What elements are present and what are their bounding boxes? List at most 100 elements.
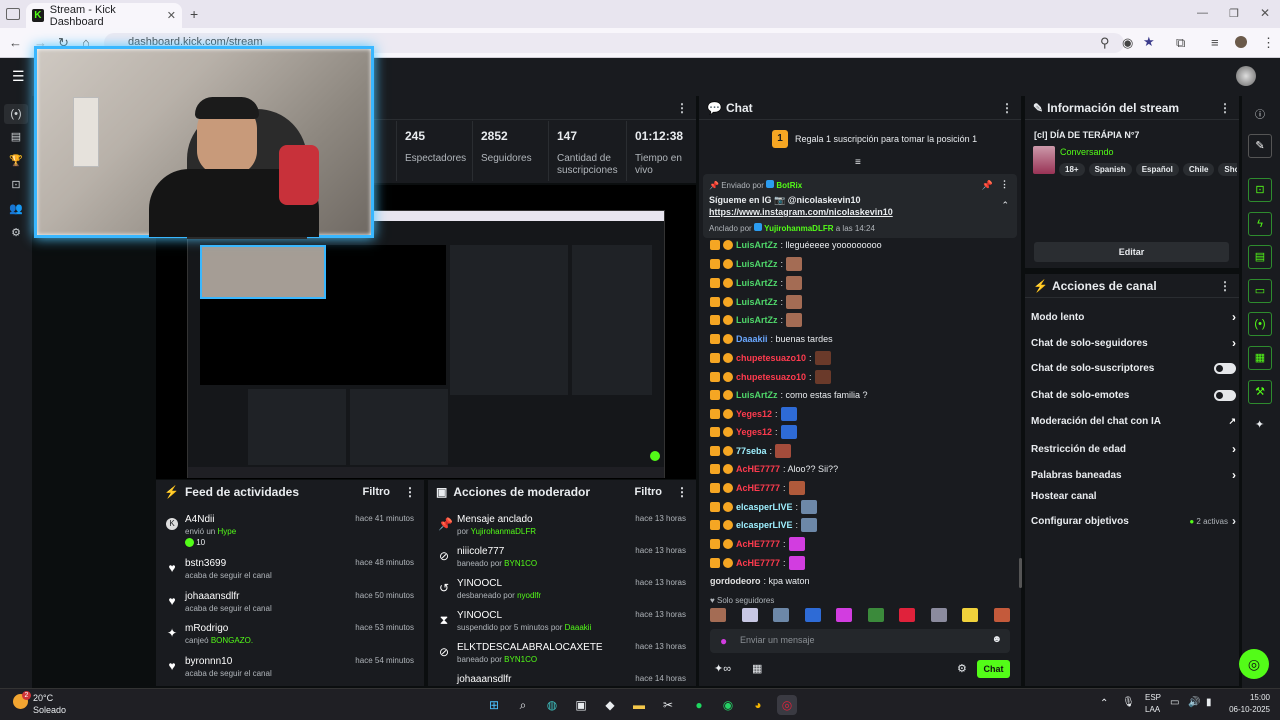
hamburger-menu-icon[interactable]: ☰ — [12, 68, 25, 85]
chat-username[interactable]: LuisArtZz — [736, 390, 778, 400]
region-code[interactable]: LAA — [1145, 705, 1160, 714]
chat-username[interactable]: AcHE7777 — [736, 539, 780, 549]
tab-actions-icon[interactable] — [6, 8, 20, 20]
extensions-icon[interactable]: ⧉ — [1176, 35, 1185, 51]
chat-message[interactable]: AcHE7777: — [710, 555, 805, 571]
app-icon[interactable]: ◆ — [600, 695, 620, 715]
chat-username[interactable]: Yeges12 — [736, 427, 772, 437]
store-rail-icon[interactable]: ▦ — [1248, 346, 1272, 370]
chrome-icon[interactable]: ◕ — [748, 695, 768, 715]
edit-stream-icon[interactable]: ✎ — [1248, 134, 1272, 158]
chat-message[interactable]: LuisArtZz: — [710, 312, 803, 328]
hide-eye-icon[interactable]: ◉ — [1122, 35, 1133, 51]
battery-icon[interactable]: ▮ — [1206, 697, 1212, 708]
emotes-only-toggle[interactable] — [1214, 390, 1236, 401]
chat-message[interactable]: AcHE7777: — [710, 536, 805, 552]
chat-message[interactable]: LuisArtZz: como estas familia ? — [710, 387, 868, 403]
chat-input-box[interactable]: ● Enviar un mensaje ☻ — [710, 629, 1010, 653]
chat-message[interactable]: elcasperLIVE: — [710, 517, 818, 533]
settings-nav-icon[interactable]: ⚙ — [7, 224, 25, 242]
chat-send-button[interactable]: Chat — [977, 660, 1010, 678]
chat-message[interactable]: elcasperLIVE: — [710, 499, 818, 515]
clip-icon[interactable]: ⊡ — [1248, 178, 1272, 202]
activity-more-icon[interactable]: ⋮ — [404, 485, 416, 499]
microphone-icon[interactable]: 🎙 — [1122, 697, 1135, 708]
chat-message[interactable]: Yeges12: — [710, 424, 797, 440]
zoom-icon[interactable]: ⚲ — [1100, 35, 1110, 51]
chat-username[interactable]: AcHE7777 — [736, 464, 780, 474]
clock-date[interactable]: 06-10-2025 — [1224, 705, 1270, 714]
window-close-icon[interactable]: ✕ — [1260, 6, 1270, 20]
chat-username[interactable]: Yeges12 — [736, 409, 772, 419]
followers-only-row[interactable]: Chat de solo-seguidores › — [1031, 336, 1236, 350]
activity-filter-button[interactable]: Filtro — [363, 486, 391, 498]
chat-message[interactable]: LuisArtZz: — [710, 275, 803, 291]
community-nav-icon[interactable]: 👥 — [7, 200, 25, 218]
chat-message[interactable]: chupetesuazo10: — [710, 369, 831, 385]
age-restriction-row[interactable]: Restricción de edad › — [1031, 442, 1236, 456]
chat-username[interactable]: elcasperLIVE — [736, 520, 793, 530]
configure-goals-row[interactable]: Configurar objetivos ● 2 activas › — [1031, 514, 1236, 528]
windows-start-icon[interactable]: ⊞ — [484, 695, 504, 715]
file-explorer-icon[interactable]: ▬ — [629, 695, 649, 715]
kick-points-icon[interactable]: ✦∞ — [714, 662, 731, 675]
chat-message[interactable]: 77seba: — [710, 443, 792, 459]
minimize-icon[interactable]: — — [1197, 7, 1208, 19]
banned-words-row[interactable]: Palabras baneadas › — [1031, 468, 1236, 482]
mod-filter-button[interactable]: Filtro — [635, 486, 663, 498]
network-icon[interactable]: ▭ — [1170, 697, 1179, 708]
chat-username[interactable]: gordodeoro — [710, 576, 761, 586]
chat-message[interactable]: chupetesuazo10: — [710, 350, 831, 366]
chat-more-icon[interactable]: ⋮ — [1001, 101, 1013, 115]
tray-arrow-icon[interactable]: ⌃ — [1100, 698, 1108, 709]
volume-icon[interactable]: 🔊 — [1188, 697, 1200, 708]
store-app-icon[interactable]: ▣ — [571, 695, 591, 715]
host-channel-row[interactable]: Hostear canal — [1031, 491, 1236, 502]
info-more-icon[interactable]: ⋮ — [1219, 101, 1231, 115]
chat-username[interactable]: chupetesuazo10 — [736, 372, 806, 382]
chat-message[interactable]: Yeges12: — [710, 406, 797, 422]
collapse-pinned-icon[interactable]: ⌃ — [1001, 200, 1009, 211]
back-icon[interactable]: ← — [9, 35, 22, 50]
ai-moderation-row[interactable]: Moderación del chat con IA ↗ — [1031, 416, 1236, 427]
chat-username[interactable]: LuisArtZz — [736, 240, 778, 250]
content-nav-icon[interactable]: ▤ — [7, 128, 25, 146]
active-app-icon[interactable]: ◎ — [777, 695, 797, 715]
store-icon[interactable]: ▦ — [752, 662, 762, 675]
stats-more-icon[interactable]: ⋮ — [676, 101, 688, 115]
chat-message[interactable]: LuisArtZz: lleguéeeee yooooooooo — [710, 237, 882, 253]
slow-mode-row[interactable]: Modo lento › — [1031, 310, 1236, 324]
chat-username[interactable]: AcHE7777 — [736, 483, 780, 493]
broadcast-icon[interactable]: (•) — [1248, 312, 1272, 336]
pinned-link[interactable]: https://www.instagram.com/nicolaskevin10 — [709, 207, 893, 217]
profile-avatar[interactable] — [1235, 36, 1247, 48]
edit-button[interactable]: Editar — [1034, 242, 1229, 262]
tools-icon[interactable]: ⚒ — [1248, 380, 1272, 404]
chat-username[interactable]: LuisArtZz — [736, 278, 778, 288]
user-avatar[interactable] — [1236, 66, 1256, 86]
emoji-icon[interactable]: ☻ — [991, 634, 1002, 645]
chat-username[interactable]: Daaakii — [736, 334, 768, 344]
kick-points-rail-icon[interactable]: ✦ — [1255, 418, 1264, 431]
chat-scrollbar[interactable] — [1019, 558, 1022, 588]
reading-list-icon[interactable]: ≡ — [1211, 35, 1219, 50]
chat-message[interactable]: AcHE7777: Aloo?? Sii?? — [710, 461, 838, 477]
chat-message[interactable]: Daaakii: buenas tardes — [710, 331, 833, 347]
bookmark-star-icon[interactable]: ★ — [1143, 34, 1155, 50]
chat-message[interactable]: LuisArtZz: — [710, 294, 803, 310]
chat-username[interactable]: LuisArtZz — [736, 315, 778, 325]
browser-tab[interactable]: K Stream - Kick Dashboard ✕ — [26, 3, 182, 28]
mod-more-icon[interactable]: ⋮ — [676, 485, 688, 499]
whatsapp-icon[interactable]: ◉ — [718, 695, 738, 715]
chat-username[interactable]: LuisArtZz — [736, 297, 778, 307]
support-headset-icon[interactable]: ◎ — [1239, 649, 1269, 679]
chat-username[interactable]: 77seba — [736, 446, 767, 456]
snipping-icon[interactable]: ✂ — [658, 695, 678, 715]
chat-message[interactable]: LuisArtZz: — [710, 256, 803, 272]
chat-icon[interactable]: ▭ — [1248, 279, 1272, 303]
chat-settings-icon[interactable]: ⚙ — [957, 662, 967, 675]
clock-time[interactable]: 15:00 — [1230, 693, 1270, 702]
goal-expand-icon[interactable]: ≡ — [855, 157, 861, 168]
chat-username[interactable]: chupetesuazo10 — [736, 353, 806, 363]
spotify-icon[interactable]: ● — [689, 695, 709, 715]
